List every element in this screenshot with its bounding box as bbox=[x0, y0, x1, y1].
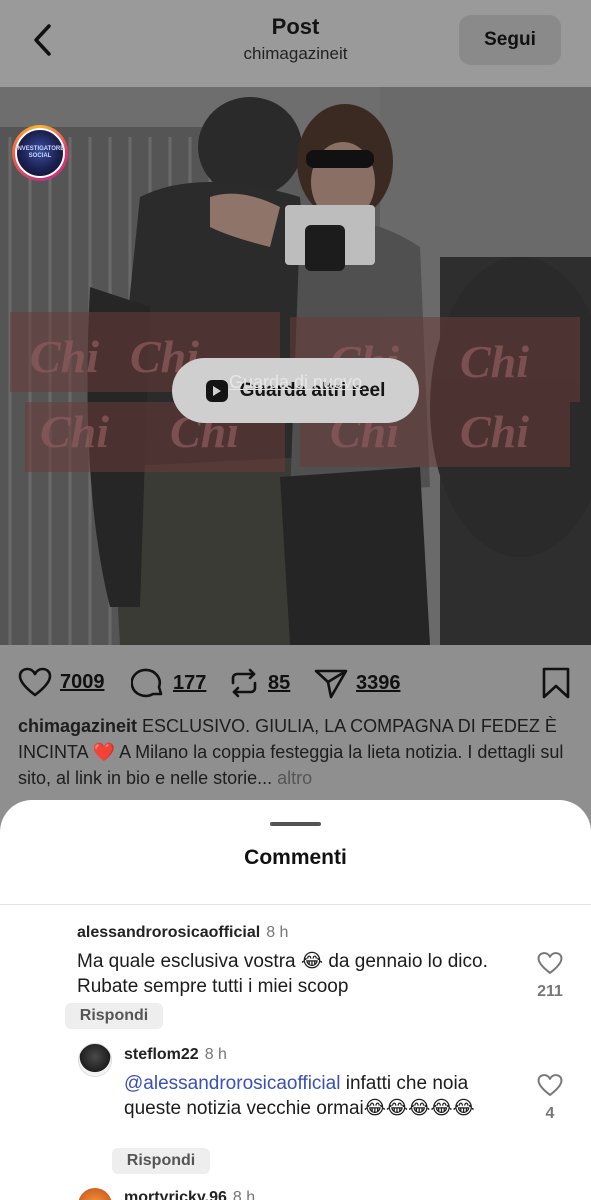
comment-like-count: 211 bbox=[537, 983, 563, 1000]
comment-time: 8 h bbox=[204, 1046, 227, 1063]
comment-username-text: alessandrorosicaofficial bbox=[77, 924, 261, 941]
reel-video[interactable]: Chi Chi Chi Chi Chi Chi Chi Chi Guarda a… bbox=[0, 87, 591, 645]
bookmark-icon bbox=[542, 667, 570, 699]
watermark-text: Chi bbox=[460, 406, 529, 457]
comment-username[interactable]: alessandrorosicaofficial 8 h bbox=[77, 924, 288, 942]
avatar[interactable] bbox=[78, 1043, 112, 1077]
post-actions: 7009 177 85 3396 bbox=[0, 645, 591, 720]
heart-emoji: ❤️ bbox=[92, 742, 116, 762]
avatar-image: INVESTIGATORE SOCIAL bbox=[15, 128, 65, 178]
like-action[interactable]: 7009 bbox=[18, 667, 105, 697]
comment-like[interactable]: 4 bbox=[533, 1073, 567, 1123]
follow-button[interactable]: Segui bbox=[459, 15, 561, 65]
heart-icon bbox=[537, 1074, 563, 1096]
repost-action[interactable]: 85 bbox=[228, 667, 290, 699]
caption-author[interactable]: chimagazineit bbox=[18, 716, 137, 736]
shares-count[interactable]: 3396 bbox=[356, 672, 401, 695]
comment-time: 8 h bbox=[232, 1189, 256, 1200]
reply-button[interactable]: Rispondi bbox=[65, 1003, 163, 1029]
heart-icon bbox=[18, 667, 52, 697]
save-button[interactable] bbox=[541, 667, 571, 704]
comment-text: @alessandrorosicaofficial infatti che no… bbox=[124, 1071, 514, 1121]
rewatch-link[interactable]: Guarda di nuovo bbox=[0, 372, 591, 393]
top-bar: Post chimagazineit Segui bbox=[0, 0, 591, 87]
comments-sheet: Commenti bbox=[0, 800, 591, 1200]
comment-time: 8 h bbox=[266, 924, 289, 941]
mention-link[interactable]: @alessandrorosicaofficial bbox=[124, 1073, 340, 1094]
comment-icon bbox=[131, 668, 163, 698]
likes-count[interactable]: 7009 bbox=[60, 671, 105, 694]
heart-icon bbox=[537, 952, 563, 974]
comment-username[interactable]: mortyricky.96 8 h bbox=[124, 1189, 255, 1200]
share-action[interactable]: 3396 bbox=[314, 667, 401, 699]
sheet-drag-handle[interactable] bbox=[270, 822, 321, 826]
comment-username-text: mortyricky.96 bbox=[124, 1189, 227, 1200]
avatar[interactable]: INVESTIGATORE SOCIAL bbox=[12, 125, 68, 181]
post-caption: chimagazineit ESCLUSIVO. GIULIA, LA COMP… bbox=[18, 713, 578, 791]
reply-button[interactable]: Rispondi bbox=[112, 1148, 210, 1174]
comment-like[interactable]: 211 bbox=[533, 951, 567, 1001]
repost-icon bbox=[231, 668, 257, 698]
comment-action[interactable]: 177 bbox=[131, 667, 206, 699]
comment-username[interactable]: steflom22 8 h bbox=[124, 1046, 227, 1064]
comment-username-text: steflom22 bbox=[124, 1046, 199, 1063]
watermark-text: Chi bbox=[40, 406, 109, 457]
send-icon bbox=[314, 669, 348, 699]
caption-more-link[interactable]: altro bbox=[277, 768, 312, 788]
sheet-title: Commenti bbox=[244, 846, 347, 869]
comment-text: Ma quale esclusiva vostra 😂 da gennaio l… bbox=[77, 951, 488, 997]
comments-count[interactable]: 177 bbox=[173, 672, 206, 695]
comment-like-count: 4 bbox=[545, 1105, 555, 1122]
divider bbox=[0, 904, 591, 905]
reposts-count[interactable]: 85 bbox=[268, 672, 290, 695]
